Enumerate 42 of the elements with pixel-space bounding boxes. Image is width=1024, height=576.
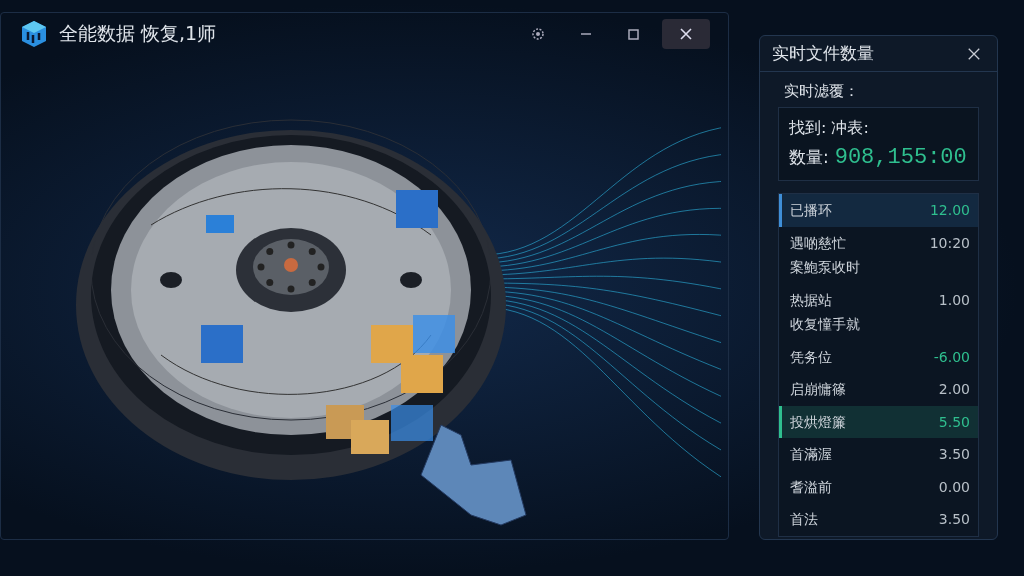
list-row[interactable]: 启崩慵篠 2.00 bbox=[779, 373, 978, 406]
row-value: 5.50 bbox=[938, 412, 970, 432]
row-label: 案鮑泵收时 bbox=[790, 258, 860, 277]
row-label: 首滿渥 bbox=[790, 445, 832, 464]
row-value: 2.00 bbox=[938, 380, 970, 399]
row-value: 0.00 bbox=[938, 477, 970, 497]
list-row[interactable]: 遇啲慈忙 案鮑泵收时 10:20 bbox=[779, 226, 978, 284]
row-value: 12.00 bbox=[929, 201, 970, 220]
close-button[interactable] bbox=[662, 19, 710, 49]
row-label: 耆溢前 bbox=[790, 477, 832, 497]
list-row[interactable]: 耆溢前 0.00 bbox=[779, 470, 978, 503]
list-row[interactable]: 投烘燈簾 5.50 bbox=[779, 405, 978, 438]
section-label: 实时滤覆： bbox=[783, 81, 860, 102]
row-label: 首法 bbox=[790, 510, 818, 529]
close-icon bbox=[967, 46, 981, 61]
row-label: 投烘燈簾 bbox=[790, 412, 846, 432]
settings-icon bbox=[530, 26, 546, 42]
row-label: 热据站 bbox=[790, 290, 833, 310]
panel-title: 实时文件数量 bbox=[772, 42, 874, 65]
list-row[interactable]: 已播环 12.00 bbox=[779, 194, 978, 227]
found-label: 找到: 冲表: bbox=[789, 118, 870, 139]
row-label: 已播环 bbox=[790, 201, 832, 220]
row-value: 3.50 bbox=[938, 445, 970, 464]
row-label: 收复憧手就 bbox=[790, 315, 860, 334]
window-title: 全能数据 恢复,1师 bbox=[59, 21, 217, 46]
row-value: 10:20 bbox=[929, 233, 970, 253]
count-value: 908,155:00 bbox=[834, 145, 967, 170]
row-label: 启崩慵篠 bbox=[790, 380, 846, 399]
row-label: 遇啲慈忙 bbox=[790, 233, 847, 253]
list-row[interactable]: 首滿渥 3.50 bbox=[779, 438, 978, 471]
list-row[interactable]: 凭务位 -6.00 bbox=[779, 340, 978, 373]
list-row[interactable]: 首法 3.50 bbox=[779, 503, 978, 536]
maximize-icon bbox=[626, 26, 642, 42]
row-label: 凭务位 bbox=[790, 347, 832, 367]
list-row[interactable]: 热据站 收复憧手就 1.00 bbox=[779, 283, 978, 341]
cube-logo-icon bbox=[19, 19, 49, 49]
count-label: 数量: bbox=[789, 146, 829, 169]
minimize-icon bbox=[580, 33, 592, 35]
close-icon bbox=[678, 26, 694, 42]
row-value: 1.00 bbox=[938, 290, 970, 310]
row-value: -6.00 bbox=[933, 347, 970, 367]
row-value: 3.50 bbox=[938, 510, 970, 529]
